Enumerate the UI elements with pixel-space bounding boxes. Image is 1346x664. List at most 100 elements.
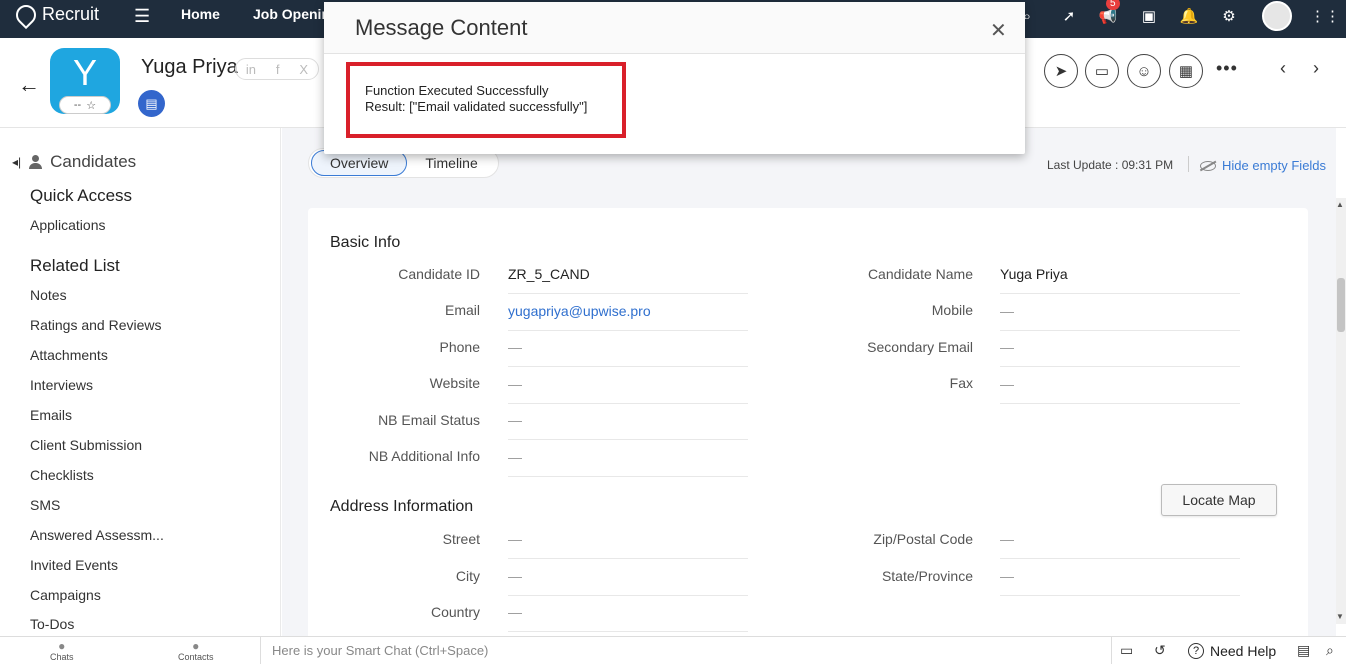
sidebar-item-ratings[interactable]: Ratings and Reviews (30, 317, 162, 333)
sidebar-item-emails[interactable]: Emails (30, 407, 72, 423)
locate-map-button[interactable]: Locate Map (1161, 484, 1277, 516)
nav-home[interactable]: Home (181, 6, 220, 22)
sidebar-item-client-submission[interactable]: Client Submission (30, 437, 142, 453)
field-value-city[interactable]: — (508, 559, 748, 596)
more-options-icon[interactable]: ••• (1216, 58, 1238, 79)
sidebar-module-title: Candidates (50, 152, 137, 171)
scroll-up-icon[interactable]: ▲ (1336, 200, 1344, 209)
send-icon[interactable]: ➤ (1044, 54, 1078, 88)
sidebar-item-sms[interactable]: SMS (30, 497, 60, 513)
close-icon[interactable]: ✕ (990, 18, 1007, 43)
need-help-button[interactable]: ? Need Help (1188, 643, 1276, 659)
candidate-name: Yuga Priya (141, 56, 238, 78)
field-value-street[interactable]: — (508, 522, 748, 559)
message-line-status: Function Executed Successfully (365, 83, 549, 98)
field-value-candidate-name[interactable]: Yuga Priya (1000, 257, 1240, 294)
field-value-website[interactable]: — (508, 367, 748, 404)
field-label: NB Additional Info (368, 448, 480, 464)
history-icon[interactable]: ↺ (1154, 642, 1166, 659)
field-value-fax[interactable]: — (1000, 367, 1240, 404)
field-label: City (455, 568, 480, 584)
bell-icon[interactable]: 🔔 (1179, 6, 1199, 26)
sidebar-item-checklists[interactable]: Checklists (30, 467, 94, 483)
field-label: Secondary Email (867, 339, 973, 355)
page-scrollbar[interactable] (1336, 198, 1346, 624)
sidebar-item-todos[interactable]: To-Dos (30, 616, 74, 632)
scrollbar-thumb[interactable] (1337, 278, 1345, 332)
field-value-phone[interactable]: — (508, 330, 748, 367)
sidebar-module-header[interactable]: ◂| Candidates (12, 152, 136, 172)
field-value-country[interactable]: — (508, 595, 748, 632)
sidebar-item-invited-events[interactable]: Invited Events (30, 557, 118, 573)
field-value-nb-email-status[interactable]: — (508, 403, 748, 440)
field-label: Candidate ID (398, 266, 480, 282)
field-label: Street (442, 531, 480, 547)
field-value-zip[interactable]: — (1000, 522, 1240, 559)
apps-grid-icon[interactable]: ⋮⋮ (1310, 6, 1340, 26)
quick-access-title: Quick Access (30, 186, 133, 205)
field-label: Zip/Postal Code (873, 531, 973, 547)
scroll-down-icon[interactable]: ▼ (1336, 612, 1344, 621)
field-label: Phone (439, 339, 480, 355)
field-value-candidate-id[interactable]: ZR_5_CAND (508, 257, 748, 294)
sidebar-item-attachments[interactable]: Attachments (30, 347, 108, 363)
help-icon: ? (1188, 643, 1204, 659)
field-value-nb-additional-info[interactable]: — (508, 440, 748, 477)
nav-job-openings[interactable]: Job Openin (253, 6, 330, 22)
sidebar-item-campaigns[interactable]: Campaigns (30, 587, 101, 603)
details-card: Basic Info Candidate ID ZR_5_CAND Email … (308, 208, 1308, 636)
field-value-secondary-email[interactable]: — (1000, 330, 1240, 367)
field-label: Mobile (931, 302, 973, 318)
contacts-label: Contacts (178, 652, 214, 662)
field-value-state[interactable]: — (1000, 559, 1240, 596)
chats-label: Chats (50, 652, 74, 662)
chat-bubble-icon: ● (58, 639, 66, 653)
basic-info-title: Basic Info (330, 234, 401, 251)
assign-user-icon[interactable]: ☺ (1127, 54, 1161, 88)
screen-share-icon[interactable]: ▭ (1120, 642, 1133, 659)
rocket-icon[interactable]: ➚ (1059, 6, 1079, 26)
hide-empty-fields-link[interactable]: Hide empty Fields (1200, 158, 1326, 173)
hamburger-menu-icon[interactable]: ☰ (134, 6, 150, 27)
next-record-icon[interactable]: › (1313, 58, 1319, 79)
contacts-icon: ● (192, 639, 200, 653)
address-info-title: Address Information (330, 498, 474, 515)
person-icon (29, 155, 43, 169)
chats-button[interactable]: ● Chats (50, 639, 74, 662)
message-box: Function Executed Successfully Result: [… (346, 62, 626, 138)
message-line-result: Result: ["Email validated successfully"] (365, 99, 588, 114)
schedule-icon[interactable]: ▦ (1169, 54, 1203, 88)
star-icon: ☆ (86, 99, 97, 112)
field-label: Fax (949, 375, 973, 391)
smart-chat-input[interactable]: Here is your Smart Chat (Ctrl+Space) (260, 637, 1112, 664)
x-twitter-icon[interactable]: X (299, 62, 308, 77)
back-arrow-icon[interactable]: ← (18, 72, 40, 98)
sidebar-item-notes[interactable]: Notes (30, 287, 67, 303)
contacts-button[interactable]: ● Contacts (178, 639, 214, 662)
calendar-icon[interactable]: ▣ (1139, 6, 1159, 26)
related-list-title: Related List (30, 256, 120, 275)
sidebar-item-answered-assessments[interactable]: Answered Assessm... (30, 527, 164, 543)
divider (1188, 156, 1189, 172)
message-content-modal: Message Content ✕ Function Executed Succ… (324, 2, 1025, 154)
bottom-bar: ● Chats ● Contacts Here is your Smart Ch… (0, 636, 1346, 664)
gear-icon[interactable]: ⚙ (1219, 6, 1239, 26)
bottom-search-icon[interactable]: ⌕ (1326, 642, 1334, 659)
collapse-sidebar-icon[interactable]: ◂| (12, 155, 21, 169)
previous-record-icon[interactable]: ‹ (1280, 58, 1286, 79)
briefcase-icon[interactable]: ▭ (1085, 54, 1119, 88)
document-icon[interactable]: ▤ (138, 90, 165, 117)
field-value-mobile[interactable]: — (1000, 294, 1240, 331)
field-value-email[interactable]: yugapriya@upwise.pro (508, 294, 748, 331)
rating-pill[interactable]: -- ☆ (59, 96, 111, 114)
notes-icon[interactable]: ▤ (1297, 642, 1310, 659)
sidebar-item-applications[interactable]: Applications (30, 217, 106, 233)
user-avatar[interactable] (1262, 1, 1292, 31)
facebook-icon[interactable]: f (276, 62, 280, 77)
brand-logo[interactable]: Recruit (11, 0, 99, 29)
sidebar-item-interviews[interactable]: Interviews (30, 377, 93, 393)
modal-title: Message Content (355, 15, 528, 40)
linkedin-icon[interactable]: in (246, 62, 256, 77)
tab-timeline[interactable]: Timeline (407, 151, 495, 175)
hide-empty-fields-label: Hide empty Fields (1222, 158, 1327, 173)
